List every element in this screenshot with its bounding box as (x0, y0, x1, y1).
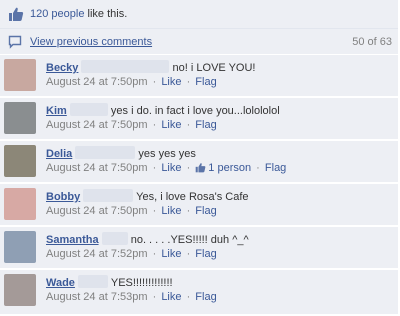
comment-line: Becky no! i LOVE YOU! (46, 60, 256, 74)
like-link[interactable]: Like (161, 162, 181, 174)
flag-link[interactable]: Flag (195, 76, 216, 88)
comment-author[interactable]: Bobby (46, 191, 80, 203)
separator: · (152, 162, 157, 174)
flag-link[interactable]: Flag (265, 162, 286, 174)
thumbs-up-icon (9, 7, 24, 22)
comment-item: Kim yes i do. in fact i love you...lolol… (0, 98, 398, 139)
comment-author[interactable]: Becky (46, 62, 78, 74)
like-link[interactable]: Like (161, 205, 181, 217)
comment-text: yes yes yes (138, 148, 196, 160)
comment-time: August 24 at 7:50pm (46, 162, 148, 174)
avatar[interactable] (4, 59, 36, 91)
comment-text: yes i do. in fact i love you...lolololol (110, 105, 280, 117)
comment-count: 50 of 63 (352, 36, 392, 48)
comment-line: Samantha no. . . . .YES!!!!! duh ^_^ (46, 232, 249, 246)
comment-item: Becky no! i LOVE YOU! August 24 at 7:50p… (0, 55, 398, 96)
liked-by-link[interactable]: 1 person (195, 162, 251, 174)
separator: · (186, 205, 191, 217)
comment-text: YES!!!!!!!!!!!!! (110, 277, 173, 289)
comment-item: Delia yes yes yes August 24 at 7:50pm · … (0, 141, 398, 182)
separator: · (186, 248, 191, 260)
comment-text: no! i LOVE YOU! (172, 62, 256, 74)
comment-meta: August 24 at 7:50pm · Like · 1 person · … (46, 162, 286, 174)
comment-bubble-icon (8, 35, 22, 49)
comment-meta: August 24 at 7:53pm · Like · Flag (46, 291, 217, 303)
comment-item: Bobby Yes, i love Rosa's Cafe August 24 … (0, 184, 398, 225)
avatar[interactable] (4, 231, 36, 263)
comment-meta: August 24 at 7:50pm · Like · Flag (46, 205, 217, 217)
redacted-name (75, 146, 136, 159)
avatar[interactable] (4, 188, 36, 220)
like-link[interactable]: Like (161, 248, 181, 260)
avatar[interactable] (4, 102, 36, 134)
flag-link[interactable]: Flag (195, 248, 216, 260)
comment-time: August 24 at 7:53pm (46, 291, 148, 303)
comment-line: Delia yes yes yes (46, 146, 196, 160)
avatar[interactable] (4, 274, 36, 306)
comment-time: August 24 at 7:50pm (46, 76, 148, 88)
comment-time: August 24 at 7:52pm (46, 248, 148, 260)
view-previous-bar: View previous comments 50 of 63 (0, 29, 398, 55)
liked-by-count: 1 person (208, 162, 252, 174)
likes-bar: 120 people like this. (0, 0, 398, 29)
separator: · (186, 119, 191, 131)
thumbs-up-icon (195, 163, 206, 173)
separator: · (186, 162, 191, 174)
likes-count-link[interactable]: 120 people (30, 8, 84, 20)
comment-line: Kim yes i do. in fact i love you...lolol… (46, 103, 280, 117)
comment-text: no. . . . .YES!!!!! duh ^_^ (130, 234, 249, 246)
comment-author[interactable]: Delia (46, 148, 72, 160)
redacted-name (83, 189, 134, 202)
separator: · (152, 119, 157, 131)
likes-text: 120 people like this. (30, 8, 127, 20)
avatar[interactable] (4, 145, 36, 177)
comment-item: Samantha no. . . . .YES!!!!! duh ^_^ Aug… (0, 227, 398, 268)
comment-time: August 24 at 7:50pm (46, 205, 148, 217)
flag-link[interactable]: Flag (195, 119, 216, 131)
like-link[interactable]: Like (161, 291, 181, 303)
separator: · (152, 76, 157, 88)
comment-author[interactable]: Kim (46, 105, 67, 117)
comment-author[interactable]: Wade (46, 277, 75, 289)
comment-line: Bobby Yes, i love Rosa's Cafe (46, 189, 249, 203)
comment-meta: August 24 at 7:52pm · Like · Flag (46, 248, 217, 260)
separator: · (152, 291, 157, 303)
comment-meta: August 24 at 7:50pm · Like · Flag (46, 119, 217, 131)
comment-author[interactable]: Samantha (46, 234, 99, 246)
separator: · (152, 205, 157, 217)
redacted-name (81, 60, 170, 73)
comment-line: Wade YES!!!!!!!!!!!!! (46, 275, 173, 289)
view-previous-comments-link[interactable]: View previous comments (30, 36, 152, 48)
comment-feed: 120 people like this. View previous comm… (0, 0, 400, 316)
like-link[interactable]: Like (161, 119, 181, 131)
comment-text: Yes, i love Rosa's Cafe (136, 191, 249, 203)
redacted-name (78, 275, 108, 288)
separator: · (256, 162, 260, 174)
flag-link[interactable]: Flag (195, 291, 216, 303)
separator: · (186, 76, 191, 88)
likes-suffix: like this. (84, 8, 128, 20)
separator: · (186, 291, 191, 303)
redacted-name (69, 103, 108, 116)
flag-link[interactable]: Flag (195, 205, 216, 217)
comment-item: Wade YES!!!!!!!!!!!!! August 24 at 7:53p… (0, 270, 398, 314)
comment-meta: August 24 at 7:50pm · Like · Flag (46, 76, 217, 88)
redacted-name (101, 232, 128, 245)
like-link[interactable]: Like (161, 76, 181, 88)
comment-time: August 24 at 7:50pm (46, 119, 148, 131)
separator: · (152, 248, 157, 260)
